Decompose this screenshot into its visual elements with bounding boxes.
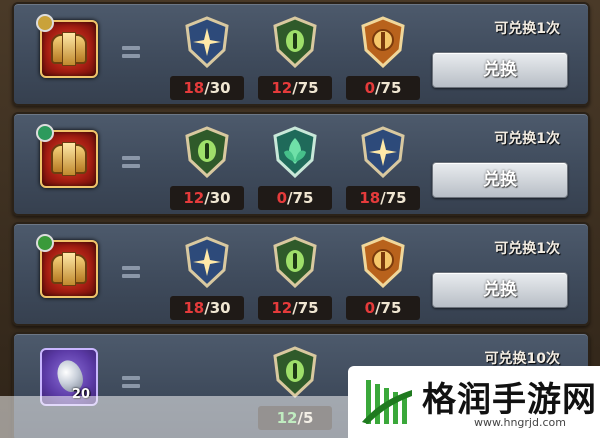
cost-item[interactable]: 0/75	[346, 16, 420, 102]
have-count: 18	[183, 299, 205, 317]
equals-icon	[122, 266, 140, 278]
have-count: 18	[359, 189, 381, 207]
cost-item[interactable]: 12/30	[170, 126, 244, 212]
have-count: 0	[276, 189, 288, 207]
need-count: /75	[287, 189, 314, 207]
have-count: 0	[364, 79, 376, 97]
need-count: /75	[375, 299, 402, 317]
have-count: 18	[183, 79, 205, 97]
equals-icon	[122, 376, 140, 388]
need-count: /75	[292, 79, 319, 97]
exchange-limit-text: 可兑换1次	[494, 241, 560, 257]
need-count: /75	[375, 79, 402, 97]
chest-band	[62, 32, 76, 66]
exchange-limit-text: 可兑换1次	[494, 21, 560, 37]
green-eye-shield-icon	[273, 346, 317, 398]
watermark-logo-icon	[362, 380, 412, 424]
cost-count: 18/30	[170, 296, 244, 320]
orange-emblem-shield-icon	[361, 16, 405, 68]
cost-count: 0/75	[258, 186, 332, 210]
blue-star-shield-icon	[185, 16, 229, 68]
exchange-button[interactable]: 兑换	[432, 272, 568, 308]
exchange-button[interactable]: 兑换	[432, 52, 568, 88]
cost-item[interactable]: 12/75	[258, 16, 332, 102]
cost-count: 12/30	[170, 186, 244, 210]
watermark-url: www.hngrjd.com	[474, 416, 566, 429]
need-count: /75	[292, 299, 319, 317]
exchange-row: 18/30 12/75 0/75 可兑换1次 兑换	[12, 222, 590, 326]
exchange-row: 12/30 0/75 18/75 可兑换1次 兑换	[12, 112, 590, 216]
cost-item[interactable]: 0/75	[346, 236, 420, 322]
have-count: 0	[364, 299, 376, 317]
orange-emblem-shield-icon	[361, 236, 405, 288]
cost-item[interactable]: 18/30	[170, 16, 244, 102]
need-count: /75	[380, 189, 407, 207]
golden-chest-icon[interactable]	[36, 14, 98, 78]
quality-badge-icon	[36, 124, 54, 142]
need-count: /30	[204, 79, 231, 97]
green-leaf-shield-icon	[273, 126, 317, 178]
exchange-row: 18/30 12/75 0/75 可兑换1次 兑换	[12, 2, 590, 106]
exchange-panel: 18/30 12/75 0/75 可兑换1次 兑换 12/30 0/75 18/…	[0, 0, 600, 438]
golden-chest-icon[interactable]	[36, 234, 98, 298]
have-count: 12	[271, 79, 293, 97]
green-eye-shield-icon	[185, 126, 229, 178]
need-count: /30	[204, 299, 231, 317]
blue-star-shield-icon	[185, 236, 229, 288]
green-eye-shield-icon	[273, 16, 317, 68]
cost-count: 12/75	[258, 76, 332, 100]
have-count: 12	[183, 189, 205, 207]
cost-item[interactable]: 18/75	[346, 126, 420, 212]
cost-count: 18/75	[346, 186, 420, 210]
cost-item[interactable]: 18/30	[170, 236, 244, 322]
quality-badge-icon	[36, 14, 54, 32]
cost-count: 18/30	[170, 76, 244, 100]
golden-chest-icon[interactable]	[36, 124, 98, 188]
exchange-button[interactable]: 兑换	[432, 162, 568, 198]
have-count: 12	[271, 299, 293, 317]
equals-icon	[122, 46, 140, 58]
exchange-limit-text: 可兑换1次	[494, 131, 560, 147]
need-count: /30	[204, 189, 231, 207]
green-eye-shield-icon	[273, 236, 317, 288]
watermark-text: 格润手游网	[422, 380, 597, 420]
cost-count: 0/75	[346, 296, 420, 320]
cost-count: 12/75	[258, 296, 332, 320]
cost-item[interactable]: 0/75	[258, 126, 332, 212]
chest-band	[62, 252, 76, 286]
exchange-limit-text: 可兑换10次	[484, 351, 560, 367]
watermark: 格润手游网 www.hngrjd.com	[348, 366, 600, 438]
equals-icon	[122, 156, 140, 168]
quality-badge-icon	[36, 234, 54, 252]
cost-item[interactable]: 12/75	[258, 236, 332, 322]
chest-band	[62, 142, 76, 176]
cost-count: 0/75	[346, 76, 420, 100]
blue-star-shield-icon	[361, 126, 405, 178]
